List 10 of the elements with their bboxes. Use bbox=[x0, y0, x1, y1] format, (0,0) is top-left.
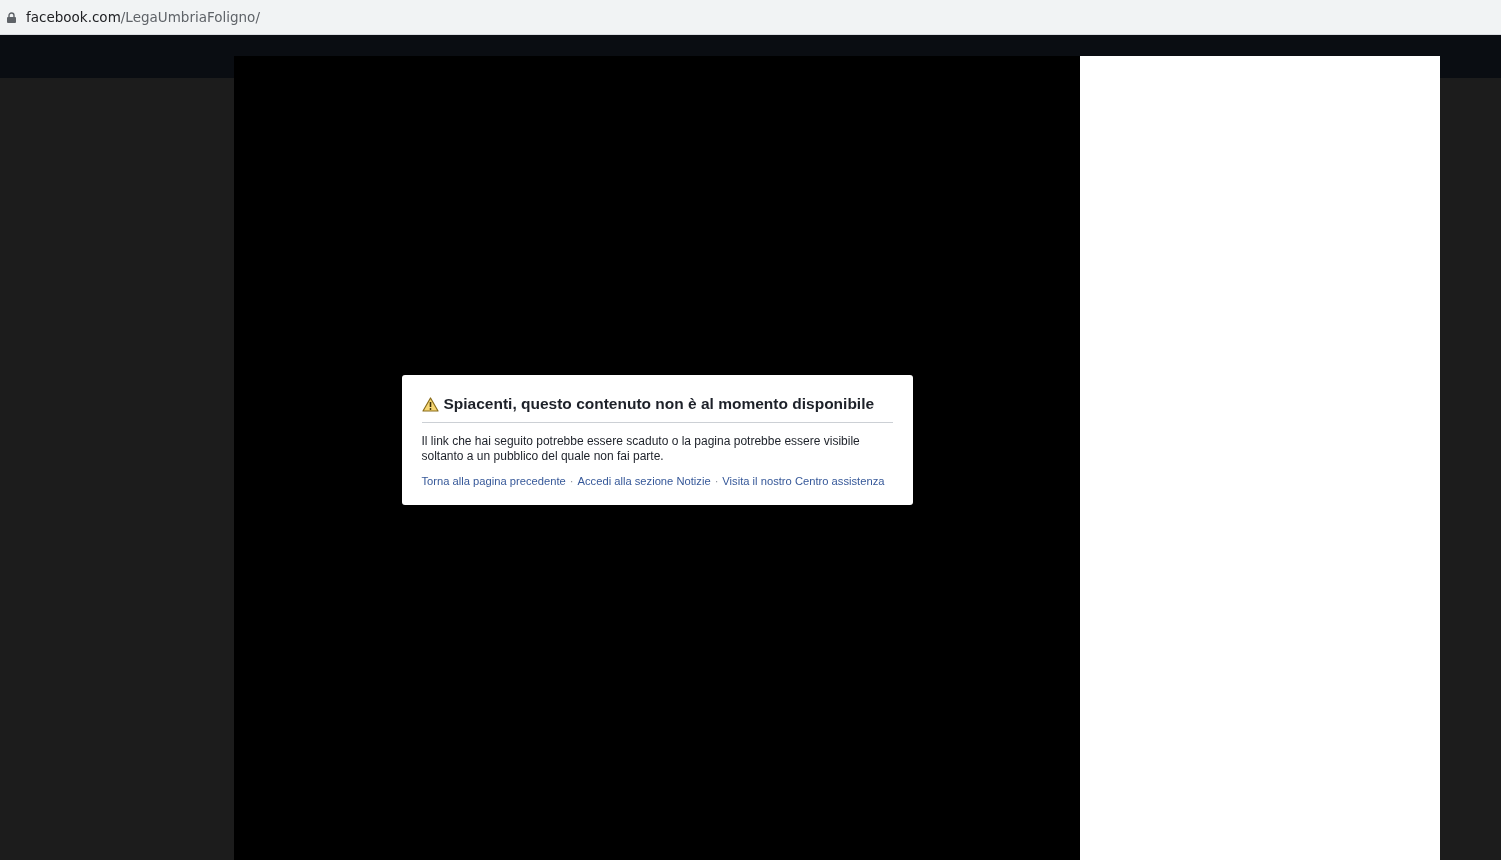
lock-icon bbox=[7, 11, 16, 23]
url-text[interactable]: facebook.com/LegaUmbriaFoligno/ bbox=[26, 9, 260, 25]
help-link[interactable]: Accedi alla sezione Notizie bbox=[577, 475, 711, 487]
separator-dot: · bbox=[714, 475, 719, 487]
warning-icon bbox=[421, 396, 439, 412]
help-link[interactable]: Visita il nostro Centro assistenza bbox=[722, 475, 885, 487]
dialog-message: Il link che hai seguito potrebbe essere scaduto o la pagina potrebbe essere visibile soltanto a un pubblico del quale non fai parte. bbox=[421, 434, 861, 464]
help-link[interactable]: Torna alla pagina precedente bbox=[421, 475, 566, 487]
dialog-title: Spiacenti, questo contenuto non è al momento disponibile bbox=[443, 395, 875, 413]
separator-dot: · bbox=[569, 475, 574, 487]
